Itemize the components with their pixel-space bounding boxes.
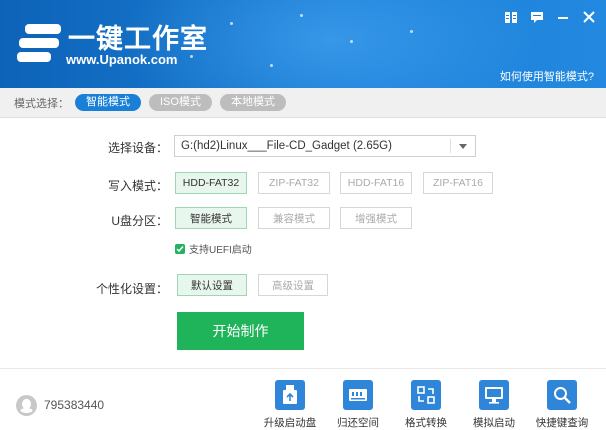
tool-hotkey[interactable]: 快捷键查询	[527, 380, 597, 430]
personal-option-advanced[interactable]: 高级设置	[258, 274, 328, 296]
logo-title: 一键工作室	[68, 24, 208, 55]
partition-option-smart[interactable]: 智能模式	[175, 207, 247, 229]
device-value: G:(hd2)Linux___File-CD_Gadget (2.65G)	[181, 140, 392, 152]
sparkle	[300, 14, 303, 17]
sparkle	[270, 64, 273, 67]
uefi-checkbox[interactable]: 支持UEFI启动	[175, 241, 252, 256]
tool-simulate[interactable]: 模拟启动	[459, 380, 529, 430]
header-banner: 一键工作室 www.Upanok.com 如何使用智能模式?	[0, 0, 606, 88]
mode-bar: 模式选择： 智能模式 ISO模式 本地模式	[0, 88, 606, 118]
write-option-zip-fat32[interactable]: ZIP-FAT32	[258, 172, 330, 194]
mode-iso[interactable]: ISO模式	[149, 94, 212, 111]
logo-url: www.Upanok.com	[66, 52, 178, 67]
partition-label: U盘分区：	[111, 214, 168, 228]
tool-restore[interactable]: 归还空间	[323, 380, 393, 430]
mode-local[interactable]: 本地模式	[219, 94, 286, 111]
mode-label: 模式选择：	[14, 97, 69, 110]
sparkle	[350, 40, 353, 43]
write-option-zip-fat16[interactable]: ZIP-FAT16	[423, 172, 493, 194]
qq-number: 795383440	[44, 398, 105, 412]
select-divider	[450, 139, 451, 153]
tool-format[interactable]: 格式转换	[391, 380, 461, 430]
personal-label: 个性化设置：	[95, 282, 168, 296]
tool-upgrade[interactable]: 升级启动盘	[255, 380, 325, 430]
footer-divider	[0, 368, 606, 369]
mode-smart[interactable]: 智能模式	[75, 94, 141, 111]
uefi-label: 支持UEFI启动	[189, 245, 252, 256]
tool-restore-label: 归还空间	[337, 417, 379, 429]
tool-simulate-label: 模拟启动	[473, 417, 515, 429]
start-button[interactable]: 开始制作	[177, 312, 304, 350]
help-link[interactable]: 如何使用智能模式?	[500, 68, 594, 84]
tool-upgrade-label: 升级启动盘	[263, 417, 317, 429]
write-mode-label: 写入模式：	[107, 179, 168, 193]
device-label: 选择设备：	[107, 141, 168, 155]
usb-upgrade-icon	[275, 380, 305, 410]
search-icon	[547, 380, 577, 410]
close-icon[interactable]	[582, 10, 596, 24]
sparkle	[410, 30, 413, 33]
monitor-icon	[479, 380, 509, 410]
minimize-icon[interactable]	[556, 10, 570, 24]
tool-hotkey-label: 快捷键查询	[535, 417, 589, 429]
tool-format-label: 格式转换	[405, 417, 447, 429]
qq-icon	[16, 395, 37, 416]
personal-option-default[interactable]: 默认设置	[177, 274, 247, 296]
sparkle	[230, 22, 233, 25]
logo-icon	[17, 22, 63, 64]
format-convert-icon	[411, 380, 441, 410]
write-option-hdd-fat32[interactable]: HDD-FAT32	[175, 172, 247, 194]
partition-option-enhanced[interactable]: 增强模式	[340, 207, 412, 229]
restore-space-icon	[343, 380, 373, 410]
device-select[interactable]: G:(hd2)Linux___File-CD_Gadget (2.65G)	[174, 135, 476, 157]
feedback-icon[interactable]	[530, 10, 544, 24]
chevron-down-icon	[459, 144, 467, 149]
checkmark-icon	[175, 243, 185, 254]
menu-icon[interactable]	[504, 10, 518, 24]
partition-option-compat[interactable]: 兼容模式	[258, 207, 330, 229]
write-option-hdd-fat16[interactable]: HDD-FAT16	[340, 172, 412, 194]
window-controls	[504, 10, 596, 24]
